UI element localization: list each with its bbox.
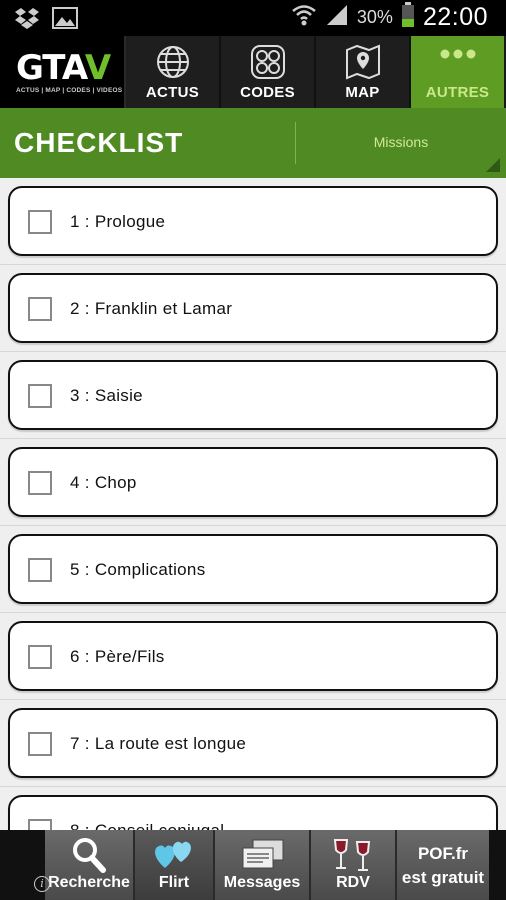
checkbox[interactable] [28,297,52,321]
checklist-label: 3 : Saisie [70,386,143,405]
checklist-card[interactable]: 4 : Chop [8,447,498,517]
checklist-card[interactable]: 8 : Conseil conjugal [8,795,498,830]
list-item: 2 : Franklin et Lamar [0,265,506,352]
tab-autres[interactable]: AUTRES [411,36,504,108]
checklist-label: 6 : Père/Fils [70,647,165,666]
ad-pof-line1: POF.fr [417,844,469,863]
ad-button-label: Messages [223,874,301,891]
checklist-label: 7 : La route est longue [70,734,247,753]
checkbox[interactable] [28,471,52,495]
checklist-label: 5 : Complications [70,560,206,579]
tab-label: AUTRES [425,84,490,101]
globe-icon [155,44,191,85]
ad-pof-line2: est gratuit [401,868,485,887]
checklist-card[interactable]: 1 : Prologue [8,186,498,256]
tab-label: ACTUS [145,84,200,101]
tab-label: CODES [240,84,295,101]
checkbox[interactable] [28,210,52,234]
ad-button-label: RDV [336,874,370,891]
logo-tagline: ACTUS | MAP | CODES | VIDEOS [16,87,123,94]
checklist-card[interactable]: 2 : Franklin et Lamar [8,273,498,343]
ad-search-button[interactable]: Recherche [45,830,135,900]
checkbox[interactable] [28,732,52,756]
checklist-card[interactable]: 5 : Complications [8,534,498,604]
dropdown-corner-icon [486,158,500,172]
gamepad-buttons-icon [250,44,286,85]
ad-info-icon[interactable]: i [34,876,50,892]
page-header: CHECKLIST Missions [0,108,506,178]
top-nav: GTAV ACTUS | MAP | CODES | VIDEOS ACTUS … [0,36,506,108]
checklist-card[interactable]: 6 : Père/Fils [8,621,498,691]
ad-rdv-button[interactable]: RDV [311,830,397,900]
map-icon [345,44,381,85]
logo-text: GTAV [16,48,111,88]
ad-flirt-button[interactable]: Flirt [135,830,215,900]
checklist[interactable]: 1 : Prologue 2 : Franklin et Lamar 3 : S… [0,178,506,830]
messages-icon [239,836,285,877]
app-logo[interactable]: GTAV ACTUS | MAP | CODES | VIDEOS [0,36,126,108]
tab-actus[interactable]: ACTUS [126,36,221,108]
list-item: 7 : La route est longue [0,700,506,787]
list-item: 4 : Chop [0,439,506,526]
dropdown-value: Missions [373,134,429,150]
checkbox[interactable] [28,819,52,830]
checklist-label: 1 : Prologue [70,212,166,231]
battery-icon [401,2,415,33]
tab-map[interactable]: MAP [316,36,411,108]
checklist-label: 4 : Chop [70,473,137,492]
checkbox[interactable] [28,558,52,582]
ad-button-label: Flirt [158,874,190,891]
list-item: 8 : Conseil conjugal [0,787,506,830]
list-item: 5 : Complications [0,526,506,613]
ad-banner[interactable]: Recherche Flirt Messages RDV POF.fr est … [0,830,506,900]
hearts-icon [151,836,197,877]
list-item: 3 : Saisie [0,352,506,439]
ad-messages-button[interactable]: Messages [215,830,311,900]
tab-label: MAP [345,84,380,101]
status-bar: 30% 22:00 [0,0,506,36]
list-item: 6 : Père/Fils [0,613,506,700]
checkbox[interactable] [28,384,52,408]
dropbox-icon [14,6,40,35]
ad-button-label: Recherche [48,874,130,891]
ad-pof-button[interactable]: POF.fr est gratuit [397,830,489,900]
checklist-label: 8 : Conseil conjugal [70,821,224,830]
signal-icon [325,3,349,32]
search-icon [71,836,107,879]
more-dots-icon [438,44,478,69]
checklist-card[interactable]: 7 : La route est longue [8,708,498,778]
checkbox[interactable] [28,645,52,669]
page-title: CHECKLIST [14,127,184,158]
clock: 22:00 [422,3,488,31]
image-icon [52,6,78,35]
category-dropdown[interactable]: Missions [296,108,506,178]
checklist-label: 2 : Franklin et Lamar [70,299,233,318]
battery-percent: 30% [356,7,393,27]
list-item: 1 : Prologue [0,178,506,265]
tab-codes[interactable]: CODES [221,36,316,108]
wifi-icon [291,2,317,33]
checklist-card[interactable]: 3 : Saisie [8,360,498,430]
